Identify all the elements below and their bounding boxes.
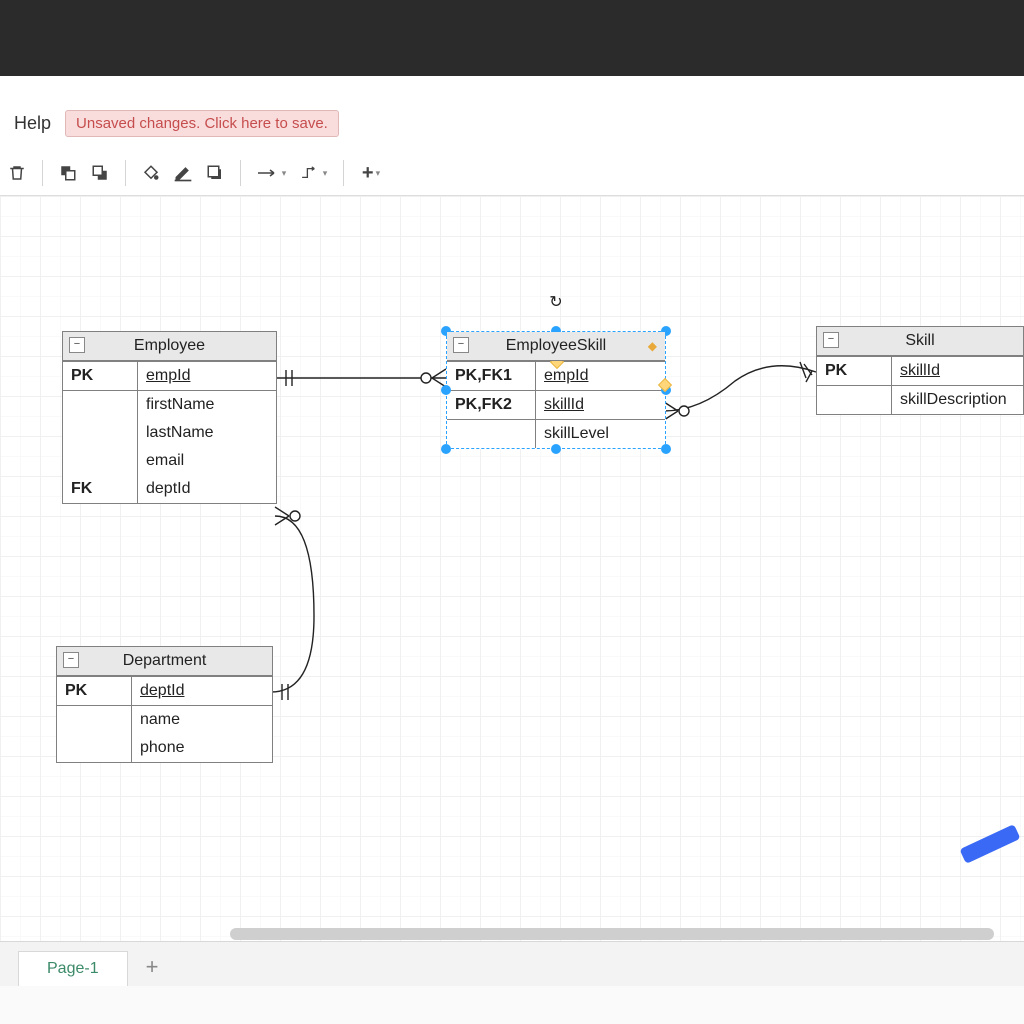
diagram-canvas[interactable]: − Employee PKempId firstName lastName em… bbox=[0, 196, 1024, 986]
add-page-tab-button[interactable]: + bbox=[138, 948, 167, 986]
save-notice-button[interactable]: Unsaved changes. Click here to save. bbox=[65, 110, 339, 137]
entity-employee[interactable]: − Employee PKempId firstName lastName em… bbox=[62, 331, 277, 504]
collapse-icon[interactable]: − bbox=[453, 337, 469, 353]
entity-title: Department bbox=[123, 652, 207, 670]
add-icon[interactable]: +▾ bbox=[354, 158, 388, 188]
app-titlebar bbox=[0, 0, 1024, 76]
shadow-icon[interactable] bbox=[200, 158, 230, 188]
menu-help[interactable]: Help bbox=[14, 113, 51, 134]
entity-department[interactable]: − Department PKdeptId name phone bbox=[56, 646, 273, 763]
resize-handle[interactable] bbox=[441, 444, 451, 454]
collapse-icon[interactable]: − bbox=[823, 332, 839, 348]
entity-title: Skill bbox=[905, 332, 934, 350]
entity-title: Employee bbox=[134, 337, 205, 355]
line-color-icon[interactable] bbox=[168, 158, 198, 188]
send-back-icon[interactable] bbox=[85, 158, 115, 188]
toolbar: ▾ ▾ +▾ bbox=[0, 151, 1024, 196]
collapse-icon[interactable]: − bbox=[63, 652, 79, 668]
resize-handle[interactable] bbox=[551, 444, 561, 454]
bring-front-icon[interactable] bbox=[53, 158, 83, 188]
connector-arrow-icon[interactable]: ▾ bbox=[251, 158, 291, 188]
warning-icon: ◆ bbox=[648, 339, 657, 353]
delete-icon[interactable] bbox=[2, 158, 32, 188]
entity-skill[interactable]: − Skill PKskillId skillDescription bbox=[816, 326, 1024, 415]
connector-waypoint-icon[interactable]: ▾ bbox=[293, 158, 333, 188]
menubar: Help Unsaved changes. Click here to save… bbox=[0, 96, 1024, 151]
collapse-icon[interactable]: − bbox=[69, 337, 85, 353]
entity-title: EmployeeSkill bbox=[506, 337, 606, 355]
entity-employee-skill[interactable]: ↻ − EmployeeSkill ◆ PK,FK1empId PK,FK2sk… bbox=[446, 331, 666, 449]
fill-color-icon[interactable] bbox=[136, 158, 166, 188]
horizontal-scrollbar[interactable] bbox=[230, 928, 994, 940]
page-tab[interactable]: Page-1 bbox=[18, 951, 128, 986]
rotate-handle-icon[interactable]: ↻ bbox=[549, 292, 562, 312]
resize-handle[interactable] bbox=[661, 444, 671, 454]
page-tab-bar: Page-1 + bbox=[0, 941, 1024, 986]
resize-handle[interactable] bbox=[441, 385, 451, 395]
